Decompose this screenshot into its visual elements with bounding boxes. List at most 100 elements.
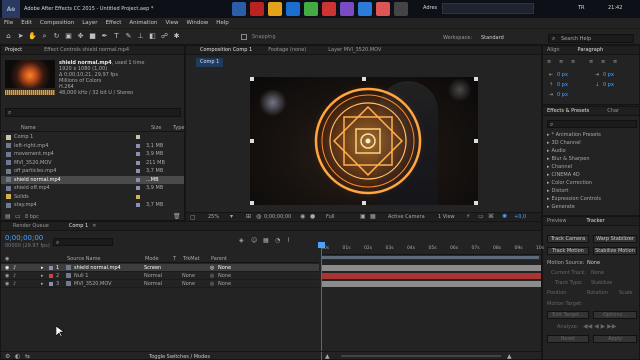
comp-tab-chip[interactable]: Comp 1 (196, 58, 224, 67)
tab-paragraph[interactable]: Paragraph (578, 47, 604, 53)
menu-edit[interactable]: Edit (21, 20, 32, 26)
layer-parent-select[interactable]: None (218, 265, 258, 271)
tab-effect-controls[interactable]: Effect Controls shield normal.mp4 (44, 47, 129, 53)
col-type[interactable]: Type (173, 125, 184, 131)
analyze-back-icon[interactable]: ◀◀ ◀ ▶ ▶▶ (583, 323, 616, 330)
layer-mode-select[interactable]: Screen (144, 265, 172, 271)
clock[interactable]: 21:42 (608, 5, 622, 11)
work-area-bar[interactable] (321, 255, 541, 260)
workspace-select[interactable]: Standard (481, 35, 504, 41)
label-color-swatch[interactable] (136, 169, 140, 173)
parent-pickwhip-icon[interactable]: ◎ (210, 281, 218, 287)
label-color-swatch[interactable] (136, 186, 140, 190)
menu-composition[interactable]: Composition (40, 20, 74, 26)
zoom-tool-icon[interactable]: ⌕ (40, 32, 49, 41)
flowchart-icon[interactable]: ⌘ (488, 213, 494, 220)
hand-tool-icon[interactable]: ✋ (28, 32, 37, 41)
brush-tool-icon[interactable]: ✎ (124, 32, 133, 41)
label-color-swatch[interactable] (49, 265, 53, 270)
transform-handle[interactable] (250, 139, 254, 143)
edit-target-button[interactable]: Edit Target... (547, 311, 589, 319)
track-motion-button[interactable]: Track Motion (547, 247, 589, 255)
stabilize-motion-button[interactable]: Stabilize Motion (593, 247, 637, 255)
ae-app-icon[interactable]: Ae (2, 0, 20, 18)
eraser-tool-icon[interactable]: ◧ (148, 32, 157, 41)
fast-preview-icon[interactable]: ⚡ (466, 213, 470, 220)
transform-handle[interactable] (250, 201, 254, 205)
puppet-tool-icon[interactable]: ✱ (172, 32, 181, 41)
project-item[interactable]: shield normal.mp4 ...MB (1, 175, 184, 184)
transfer-controls-icon[interactable]: ◐ (15, 353, 20, 360)
resolution-select[interactable]: Full (326, 214, 335, 220)
parent-pickwhip-icon[interactable]: ◎ (210, 265, 218, 271)
transform-handle[interactable] (474, 201, 478, 205)
draft-3d-icon[interactable]: ◈ (239, 237, 244, 244)
chevron-down-icon[interactable]: ▾ (230, 213, 233, 220)
motion-source-select[interactable]: None (587, 260, 600, 266)
expand-icon[interactable]: ▸ (41, 265, 49, 271)
bpc-button[interactable]: 8 bpc (25, 214, 39, 220)
expand-icon[interactable]: ▸ (41, 273, 49, 279)
trash-icon[interactable]: 🗑 (173, 213, 181, 220)
tab-effects-presets[interactable]: Effects & Presets (547, 108, 589, 114)
effects-search-input[interactable]: ⌕ (547, 120, 637, 128)
layer-duration-bar[interactable] (321, 281, 541, 287)
col-parent[interactable]: Parent (211, 256, 227, 262)
tab-comp[interactable]: Comp 1 (69, 223, 88, 229)
align-left-icon[interactable]: ≡ (547, 59, 551, 65)
col-trkmat[interactable]: TrkMat (183, 256, 200, 262)
effects-category[interactable]: ▸ Blur & Sharpen (547, 155, 639, 163)
label-color-swatch[interactable] (136, 194, 140, 199)
transform-handle[interactable] (474, 139, 478, 143)
time-ruler[interactable]: 00s 01s 02s 03s 04s 05s 06s 07s 08s 09s 10s (321, 245, 544, 255)
camera-select[interactable]: Active Camera (388, 214, 425, 220)
layer-duration-bar[interactable] (321, 273, 541, 279)
rotate-tool-icon[interactable]: ↻ (52, 32, 61, 41)
layer-parent-select[interactable]: None (218, 273, 258, 279)
home-icon[interactable]: ⌂ (4, 32, 13, 41)
taskbar-app-icon[interactable] (250, 2, 264, 16)
taskbar-app-icon[interactable] (340, 2, 354, 16)
project-item[interactable]: off particles.mp4 3,7 MB (1, 167, 184, 175)
snapshot-icon[interactable]: ◉ (300, 213, 305, 220)
label-color-swatch[interactable] (136, 160, 140, 165)
close-icon[interactable]: ✕ (92, 223, 96, 229)
tab-tracker[interactable]: Tracker (586, 218, 604, 224)
scale-checkbox[interactable]: Scale (619, 290, 632, 296)
project-item[interactable]: Comp 1 (1, 133, 184, 141)
taskbar-app-icon[interactable] (232, 2, 246, 16)
rectangle-tool-icon[interactable]: ■ (88, 32, 97, 41)
label-color-swatch[interactable] (136, 135, 140, 139)
audio-icon[interactable]: ♪ (13, 281, 21, 287)
label-color-swatch[interactable] (136, 203, 140, 207)
expand-icon[interactable]: ▸ (41, 281, 49, 287)
composition-frame[interactable] (250, 77, 478, 205)
indent-left-value[interactable]: 0 px (557, 72, 568, 78)
toggle-switches-modes[interactable]: Toggle Switches / Modes (149, 354, 210, 360)
taskbar-app-icon[interactable] (286, 2, 300, 16)
warp-stabilizer-button[interactable]: Warp Stabilizer (593, 235, 637, 243)
timeline-timecode[interactable]: 0;00;00;00 (5, 234, 43, 242)
eye-icon[interactable]: ◉ (5, 273, 13, 279)
color-channel-icon[interactable]: ● (310, 213, 315, 220)
menu-layer[interactable]: Layer (82, 20, 97, 26)
layer-row[interactable]: ◉ ♪ ▸ 1 shield normal.mp4 Screen ◎ None (1, 264, 319, 272)
reset-button[interactable]: Reset (547, 335, 589, 343)
label-color-swatch[interactable] (136, 143, 140, 148)
apply-button[interactable]: Apply (593, 335, 637, 343)
menu-file[interactable]: File (4, 20, 13, 26)
tab-project[interactable]: Project (5, 47, 22, 53)
transform-handle[interactable] (474, 77, 478, 81)
always-preview-icon[interactable]: ▢ (190, 214, 196, 221)
project-item[interactable]: stay.mp4 3,7 MB (1, 201, 184, 209)
timeline-icon[interactable]: ▭ (478, 213, 484, 220)
track-type-select[interactable]: Stabilize (591, 280, 612, 286)
col-source-name[interactable]: Source Name (67, 256, 101, 262)
taskbar-app-icon[interactable] (268, 2, 282, 16)
justify-last-icon[interactable]: ≡ (613, 59, 617, 65)
exposure-value[interactable]: +0,0 (514, 214, 526, 220)
tab-layer[interactable]: Layer MVI_3520.MOV (328, 47, 381, 53)
menu-help[interactable]: Help (216, 20, 229, 26)
tab-align[interactable]: Align (547, 47, 560, 53)
frame-blending-icon[interactable]: ▦ (263, 237, 269, 244)
